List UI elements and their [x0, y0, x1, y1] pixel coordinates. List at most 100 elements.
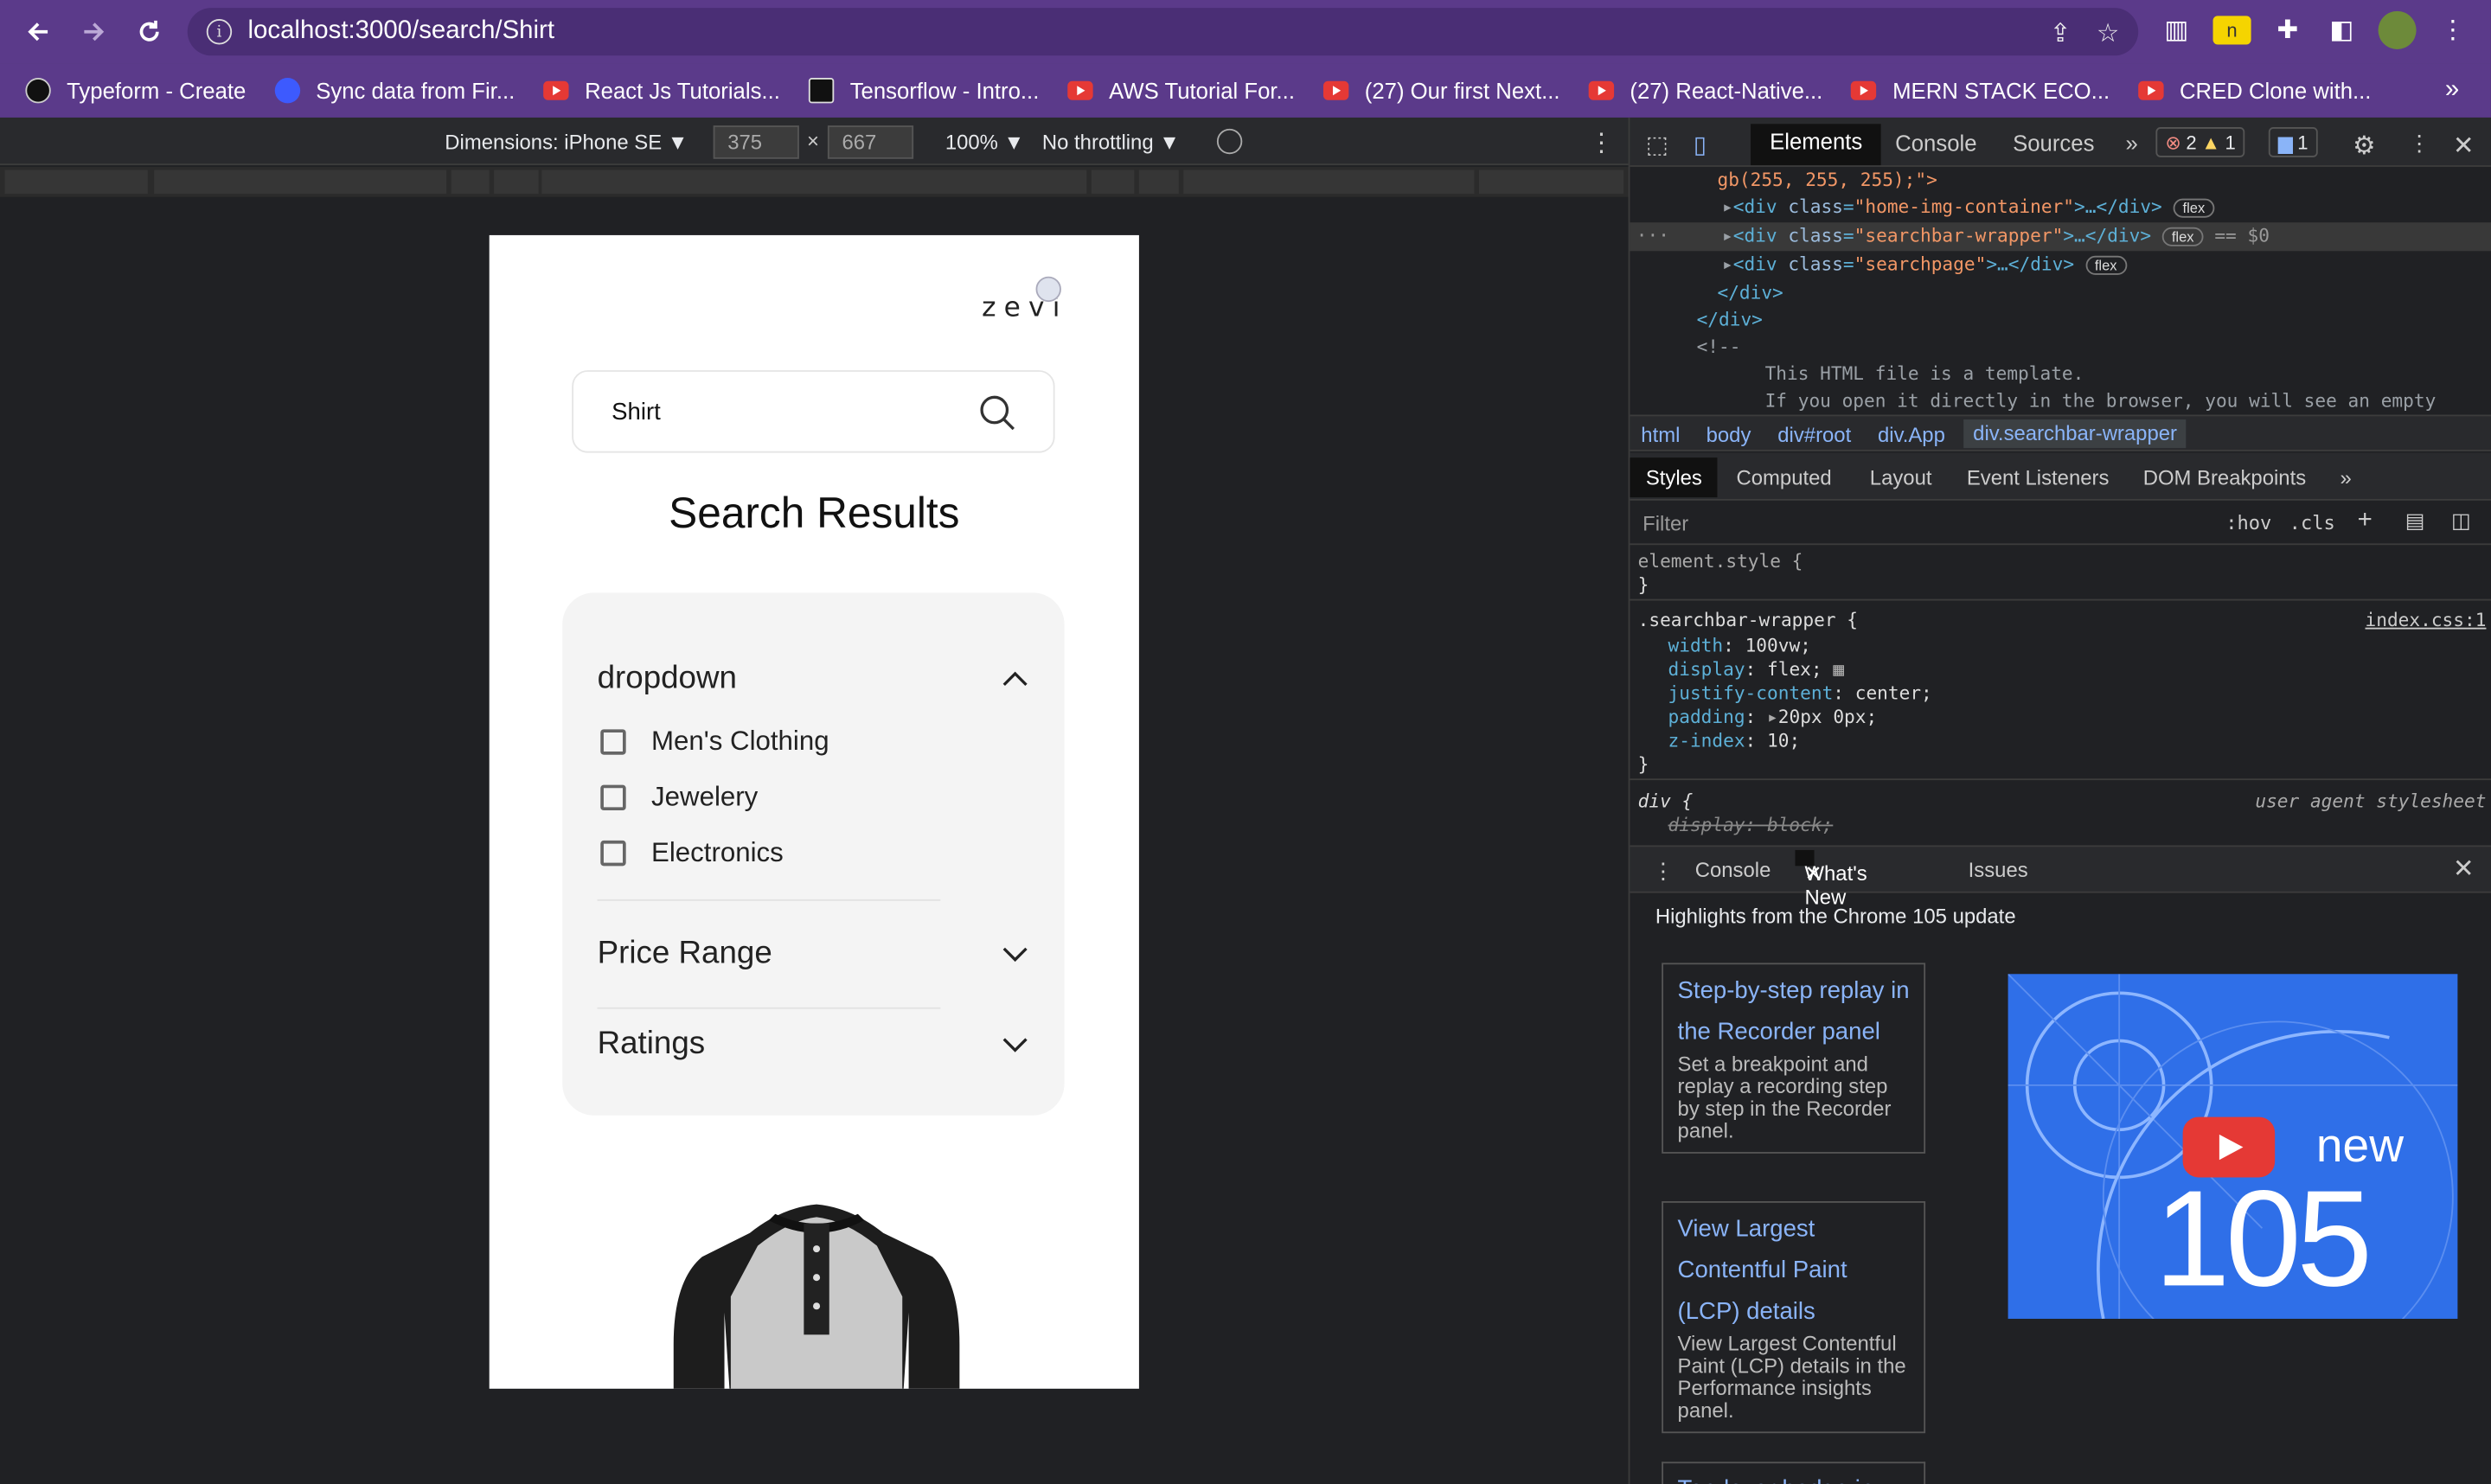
- tab-computed[interactable]: Computed: [1737, 465, 1832, 489]
- checkbox-jewelery[interactable]: Jewelery: [600, 782, 758, 814]
- chevron-down-icon[interactable]: [1001, 939, 1029, 968]
- close-devtools-icon[interactable]: ✕: [2453, 131, 2475, 163]
- height-input[interactable]: 667: [827, 125, 914, 159]
- devtools-menu-icon[interactable]: ⋮: [2408, 131, 2430, 157]
- flex-badge[interactable]: flex: [2173, 198, 2215, 218]
- flex-badge[interactable]: flex: [2161, 227, 2204, 246]
- bookmark-item[interactable]: React Js Tutorials...: [543, 78, 780, 103]
- drawer-menu-icon[interactable]: ⋮: [1652, 858, 1675, 885]
- dimensions-select[interactable]: Dimensions: iPhone SE ▼: [445, 131, 688, 155]
- style-selector[interactable]: .searchbar-wrapper {: [1638, 609, 1858, 633]
- add-rule-icon[interactable]: +: [2358, 507, 2373, 535]
- more-subtabs-icon[interactable]: »: [2340, 465, 2351, 489]
- cls-toggle[interactable]: .cls: [2289, 512, 2335, 534]
- tab-elements[interactable]: Elements: [1751, 124, 1882, 166]
- breadcrumb-item-current[interactable]: div.searchbar-wrapper: [1963, 419, 2187, 449]
- checkbox[interactable]: [600, 729, 626, 755]
- width-input[interactable]: 375: [713, 125, 799, 159]
- dropdown-heading[interactable]: dropdown: [598, 661, 737, 697]
- styles-filter-input[interactable]: Filter: [1643, 512, 1688, 536]
- whats-new-card[interactable]: View Largest Contentful Paint (LCP) deta…: [1662, 1200, 1926, 1434]
- tab-styles[interactable]: Styles: [1630, 457, 1719, 498]
- drawer-tab-console[interactable]: Console: [1695, 858, 1771, 882]
- rotate-icon[interactable]: [1216, 128, 1243, 155]
- whats-new-card[interactable]: Step-by-step replay in the Recorder pane…: [1662, 963, 1926, 1154]
- hov-toggle[interactable]: :hov: [2225, 512, 2271, 534]
- bookmark-item[interactable]: (27) React-Native...: [1588, 78, 1822, 103]
- reload-icon[interactable]: [125, 8, 173, 55]
- back-icon[interactable]: [15, 8, 62, 55]
- drawer-tab-whats-new[interactable]: What's New ✕: [1795, 849, 1867, 909]
- checkbox-mens-clothing[interactable]: Men's Clothing: [600, 726, 829, 758]
- breadcrumb-item[interactable]: div#root: [1777, 423, 1851, 447]
- card-title[interactable]: Step-by-step replay in the Recorder pane…: [1678, 971, 1910, 1054]
- product-image-shirt[interactable]: [670, 1201, 963, 1389]
- chevron-up-icon[interactable]: [1001, 666, 1029, 694]
- device-menu-icon[interactable]: ⋮: [1589, 127, 1614, 159]
- tab-sources[interactable]: Sources: [2013, 131, 2094, 156]
- address-bar[interactable]: i localhost:3000/search/Shirt ⇪ ☆: [187, 8, 2139, 56]
- bookmark-star-icon[interactable]: ☆: [2097, 17, 2119, 49]
- more-tabs-icon[interactable]: »: [2126, 131, 2138, 156]
- style-property[interactable]: display: flex; ▦: [1668, 658, 1845, 682]
- selected-dom-node[interactable]: ▸<div class="searchbar-wrapper">…</div> …: [1630, 222, 2491, 252]
- search-input[interactable]: Shirt: [572, 370, 1055, 453]
- sidebar-toggle-icon[interactable]: ◫: [2451, 509, 2471, 534]
- checkbox-electronics[interactable]: Electronics: [600, 837, 784, 869]
- tab-console[interactable]: Console: [1895, 131, 1976, 156]
- style-selector[interactable]: div {: [1638, 790, 1694, 814]
- dom-node[interactable]: ▸<div class="searchpage">…</div> flex: [1722, 251, 2127, 279]
- breadcrumb-item[interactable]: html: [1641, 423, 1680, 447]
- style-source-link[interactable]: index.css:1: [2366, 609, 2487, 633]
- close-tab-icon[interactable]: ✕: [1804, 861, 1822, 886]
- bookmark-item[interactable]: AWS Tutorial For...: [1067, 78, 1295, 103]
- profile-avatar[interactable]: [2378, 10, 2417, 49]
- bookmark-item[interactable]: Tensorflow - Intro...: [808, 78, 1039, 104]
- share-icon[interactable]: ⇪: [2050, 17, 2072, 49]
- card-title[interactable]: View Largest Contentful Paint (LCP) deta…: [1678, 1209, 1910, 1333]
- flex-editor-icon[interactable]: ▦: [1833, 658, 1844, 681]
- tab-event-listeners[interactable]: Event Listeners: [1967, 465, 2110, 489]
- chevron-down-icon[interactable]: [1001, 1030, 1029, 1059]
- bookmark-item[interactable]: (27) Our first Next...: [1323, 78, 1560, 103]
- inspect-icon[interactable]: ⬚: [1646, 131, 1668, 158]
- ratings-heading[interactable]: Ratings: [598, 1027, 706, 1063]
- breadcrumb-item[interactable]: div.App: [1878, 423, 1945, 447]
- dom-node[interactable]: ▸<div class="home-img-container">…</div>…: [1722, 194, 2215, 222]
- close-drawer-icon[interactable]: ✕: [2453, 854, 2475, 886]
- menu-kebab-icon[interactable]: ⋮: [2434, 11, 2472, 49]
- overridden-property[interactable]: display: block;: [1668, 814, 1834, 838]
- reading-list-icon[interactable]: ▥: [2157, 11, 2195, 49]
- search-icon[interactable]: [977, 393, 1019, 434]
- site-info-icon[interactable]: i: [206, 19, 233, 45]
- style-property[interactable]: padding: ▸20px 0px;: [1668, 706, 1878, 730]
- price-range-heading[interactable]: Price Range: [598, 936, 772, 972]
- style-property[interactable]: justify-content: center;: [1668, 681, 1932, 706]
- extension-icon[interactable]: n: [2212, 16, 2251, 45]
- tab-layout[interactable]: Layout: [1870, 465, 1932, 489]
- zoom-select[interactable]: 100% ▼: [945, 131, 1024, 155]
- side-panel-icon[interactable]: ◧: [2322, 11, 2360, 49]
- breadcrumb-item[interactable]: body: [1707, 423, 1751, 447]
- bookmark-item[interactable]: Sync data from Fir...: [274, 78, 515, 104]
- expand-triangle-icon[interactable]: ▸: [1767, 706, 1778, 728]
- checkbox[interactable]: [600, 840, 626, 867]
- row-dots-icon[interactable]: ···: [1636, 222, 1669, 249]
- chrome-105-video-thumbnail[interactable]: new 105: [2008, 974, 2458, 1319]
- issues-badge[interactable]: ⊗ 2 ▲ 1: [2155, 126, 2245, 157]
- checkbox[interactable]: [600, 784, 626, 811]
- throttle-select[interactable]: No throttling ▼: [1042, 131, 1180, 155]
- bookmark-item[interactable]: MERN STACK ECO...: [1851, 78, 2110, 103]
- card-title[interactable]: Top-layer badge in: [1678, 1470, 1910, 1484]
- puzzle-extensions-icon[interactable]: ✚: [2269, 11, 2307, 49]
- flex-badge[interactable]: flex: [2084, 255, 2127, 275]
- drawer-tab-issues[interactable]: Issues: [1969, 858, 2028, 882]
- bookmark-item[interactable]: CRED Clone with...: [2138, 78, 2371, 103]
- style-property[interactable]: z-index: 10;: [1668, 729, 1801, 753]
- bookmark-item[interactable]: Typeform - Create: [25, 78, 246, 104]
- device-mode-icon[interactable]: ▯: [1694, 131, 1707, 158]
- forward-icon[interactable]: [70, 8, 118, 55]
- bookmarks-overflow-icon[interactable]: »: [2445, 76, 2459, 105]
- messages-badge[interactable]: ▆ 1: [2268, 126, 2318, 157]
- whats-new-card[interactable]: Top-layer badge in: [1662, 1462, 1926, 1484]
